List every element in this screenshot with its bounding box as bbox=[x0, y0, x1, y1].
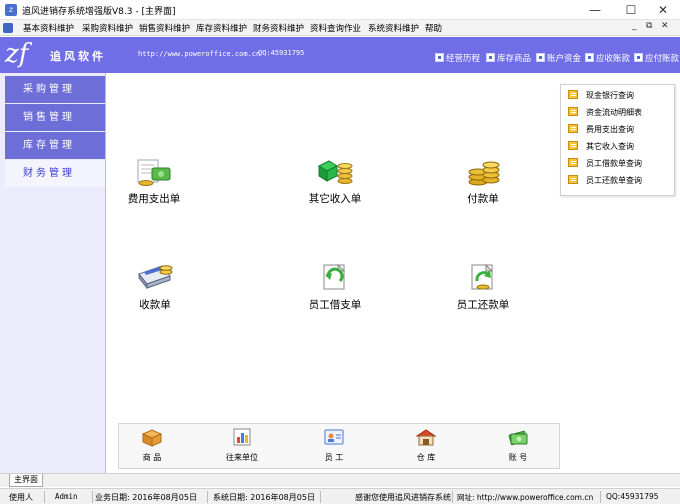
document-icon bbox=[568, 107, 578, 116]
close-button[interactable]: ✕ bbox=[646, 0, 680, 20]
op-label: 员工还款单 bbox=[456, 299, 510, 311]
menu-system-data[interactable]: 系统资料维护 bbox=[368, 22, 419, 34]
menu-sales-data[interactable]: 销售资料维护 bbox=[139, 22, 190, 34]
quick-link-business-history[interactable]: 经营历程 bbox=[435, 52, 480, 64]
employee-advance-icon bbox=[323, 263, 346, 290]
banner-qq: QQ:45931795 bbox=[258, 49, 305, 57]
status-separator bbox=[452, 491, 453, 503]
maximize-button[interactable]: ☐ bbox=[614, 0, 648, 20]
mdi-system-icon[interactable] bbox=[3, 23, 13, 33]
status-user-label: 使用人 bbox=[9, 493, 33, 502]
status-separator bbox=[207, 491, 208, 503]
op-label: 其它收入单 bbox=[308, 193, 362, 205]
document-icon bbox=[568, 90, 578, 99]
payable-icon bbox=[634, 53, 643, 62]
status-system-date: 系统日期: 2016年08月05日 bbox=[213, 493, 315, 502]
mdi-restore-button[interactable]: ⧉ bbox=[646, 21, 652, 31]
expense-voucher-icon bbox=[137, 159, 171, 186]
employee-card-icon bbox=[324, 429, 344, 445]
op-other-income[interactable]: 其它收入单 bbox=[303, 154, 367, 206]
status-user: Admin bbox=[55, 492, 78, 501]
shortcut-partners[interactable]: 往来单位 bbox=[217, 427, 267, 463]
app-icon: z bbox=[5, 4, 17, 16]
status-separator bbox=[92, 491, 93, 503]
banknote-icon bbox=[508, 430, 528, 446]
box-icon bbox=[486, 53, 495, 62]
query-cash-bank[interactable]: 现金银行查询 bbox=[568, 90, 634, 101]
status-separator bbox=[320, 491, 321, 503]
window-title: 追风进销存系统增强版V8.3 - [主界面] bbox=[22, 7, 176, 17]
quick-link-account-funds[interactable]: 账户资金 bbox=[536, 52, 581, 64]
document-tabstrip: 主界面 bbox=[0, 473, 680, 487]
query-other-income[interactable]: 其它收入查询 bbox=[568, 141, 634, 152]
menu-help[interactable]: 帮助 bbox=[425, 22, 442, 34]
op-expense-voucher[interactable]: 费用支出单 bbox=[122, 154, 186, 206]
status-website: 网址: http://www.poweroffice.com.cn bbox=[457, 493, 594, 502]
mdi-minimize-button[interactable]: _ bbox=[632, 21, 637, 31]
status-bar: 使用人 Admin 业务日期: 2016年08月05日 系统日期: 2016年0… bbox=[0, 488, 680, 504]
status-separator bbox=[600, 491, 601, 503]
status-thanks: 感谢您使用追风进销存系统 bbox=[355, 493, 451, 502]
op-receipt[interactable]: 收款单 bbox=[129, 260, 181, 312]
goods-box-icon bbox=[141, 429, 163, 447]
status-separator bbox=[44, 491, 45, 503]
op-label: 员工借支单 bbox=[308, 299, 362, 311]
op-employee-repayment[interactable]: 员工还款单 bbox=[453, 260, 513, 312]
mdi-close-button[interactable]: ✕ bbox=[661, 21, 669, 31]
op-label: 费用支出单 bbox=[127, 193, 181, 205]
nav-sales-management[interactable]: 销售管理 bbox=[5, 104, 105, 131]
quick-link-receivables[interactable]: 应收账款 bbox=[585, 52, 630, 64]
status-business-date: 业务日期: 2016年08月05日 bbox=[95, 493, 197, 502]
minimize-button[interactable]: — bbox=[578, 0, 612, 20]
menu-basic-data[interactable]: 基本资料维护 bbox=[23, 22, 74, 34]
window-titlebar: z 追风进销存系统增强版V8.3 - [主界面] — ☐ ✕ bbox=[0, 0, 680, 20]
partners-chart-icon bbox=[233, 428, 251, 446]
menubar: 基本资料维护 采购资料维护 销售资料维护 库存资料维护 财务资料维护 资料查询作… bbox=[0, 20, 680, 36]
query-fund-flow[interactable]: 资金流动明细表 bbox=[568, 107, 642, 118]
nav-inventory-management[interactable]: 库存管理 bbox=[5, 132, 105, 159]
document-icon bbox=[568, 141, 578, 150]
quick-link-stock-goods[interactable]: 库存商品 bbox=[486, 52, 531, 64]
menu-purchase-data[interactable]: 采购资料维护 bbox=[82, 22, 133, 34]
query-employee-repayment[interactable]: 员工还款单查询 bbox=[568, 175, 642, 186]
chart-icon bbox=[435, 53, 444, 62]
query-expense[interactable]: 费用支出查询 bbox=[568, 124, 634, 135]
status-qq: QQ:45931795 bbox=[606, 492, 659, 501]
shortcut-employees[interactable]: 员 工 bbox=[309, 427, 359, 463]
op-payment[interactable]: 付款单 bbox=[457, 154, 509, 206]
nav-purchase-management[interactable]: 采购管理 bbox=[5, 76, 105, 103]
company-logo: zf bbox=[5, 39, 29, 69]
op-label: 收款单 bbox=[139, 299, 171, 311]
receivable-icon bbox=[585, 53, 594, 62]
document-icon bbox=[568, 124, 578, 133]
company-name: 追风软件 bbox=[50, 50, 106, 63]
other-income-icon bbox=[317, 160, 353, 184]
document-icon bbox=[568, 158, 578, 167]
query-employee-loan[interactable]: 员工借款单查询 bbox=[568, 158, 642, 169]
banner-url: http://www.poweroffice.com.cn bbox=[138, 50, 261, 58]
op-employee-advance[interactable]: 员工借支单 bbox=[302, 260, 368, 312]
menu-inventory-data[interactable]: 库存资料维护 bbox=[196, 22, 247, 34]
money-icon bbox=[536, 53, 545, 62]
menu-data-query[interactable]: 资料查询作业 bbox=[310, 22, 361, 34]
coin-stack-icon bbox=[468, 161, 500, 186]
nav-finance-management[interactable]: 财务管理 bbox=[5, 160, 105, 187]
shortcut-warehouse[interactable]: 仓 库 bbox=[401, 427, 451, 463]
quick-link-payables[interactable]: 应付账款 bbox=[634, 52, 679, 64]
employee-repayment-icon bbox=[471, 263, 494, 290]
shortcut-accounts[interactable]: 账 号 bbox=[493, 427, 543, 463]
cash-register-icon bbox=[138, 265, 173, 290]
op-label: 付款单 bbox=[467, 193, 499, 205]
tab-main[interactable]: 主界面 bbox=[9, 474, 43, 487]
document-icon bbox=[568, 175, 578, 184]
shortcut-products[interactable]: 商 品 bbox=[127, 427, 177, 463]
menu-finance-data[interactable]: 财务资料维护 bbox=[253, 22, 304, 34]
warehouse-icon bbox=[415, 429, 437, 446]
